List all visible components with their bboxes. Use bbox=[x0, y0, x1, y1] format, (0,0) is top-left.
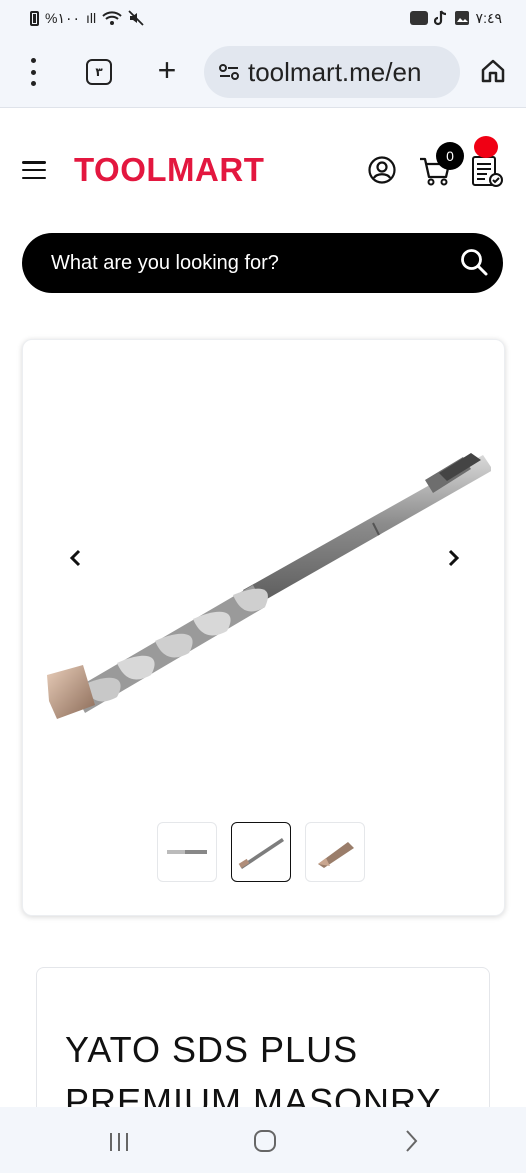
system-nav-bar bbox=[0, 1107, 526, 1173]
address-bar[interactable]: toolmart.me/en bbox=[204, 46, 460, 98]
signal-icon: ıll bbox=[86, 10, 97, 26]
nav-home-icon[interactable] bbox=[250, 1127, 280, 1155]
notification-dot bbox=[474, 136, 498, 158]
thumbnail-strip bbox=[157, 822, 365, 882]
battery-icon bbox=[30, 10, 39, 26]
search-bar[interactable]: What are you looking for? bbox=[22, 233, 503, 293]
cart-count-badge[interactable]: 0 bbox=[436, 142, 464, 170]
product-image[interactable] bbox=[43, 435, 491, 725]
mute-icon bbox=[128, 10, 144, 26]
status-bar: %١٠٠ ıll ٧:٤٩ bbox=[0, 0, 526, 36]
home-icon[interactable] bbox=[480, 58, 506, 84]
product-gallery bbox=[22, 339, 505, 916]
recents-icon[interactable] bbox=[104, 1127, 134, 1155]
nav-back-icon[interactable] bbox=[396, 1127, 426, 1155]
gallery-icon bbox=[454, 11, 469, 25]
chevron-right-icon[interactable] bbox=[443, 548, 463, 568]
site-logo[interactable]: TOOLMART bbox=[74, 151, 264, 189]
status-right: ٧:٤٩ bbox=[409, 10, 502, 26]
search-icon[interactable] bbox=[459, 247, 489, 277]
browser-toolbar: ٣ + toolmart.me/en bbox=[0, 36, 526, 108]
site-header: TOOLMART 0 bbox=[0, 109, 526, 229]
battery-level: %١٠٠ bbox=[45, 10, 81, 26]
chevron-left-icon[interactable] bbox=[66, 548, 86, 568]
tiktok-icon bbox=[433, 10, 446, 26]
status-left: %١٠٠ ıll bbox=[30, 10, 144, 26]
wifi-icon bbox=[102, 11, 122, 25]
url-text[interactable]: toolmart.me/en bbox=[248, 57, 421, 88]
hamburger-icon[interactable] bbox=[22, 161, 46, 179]
search-input[interactable]: What are you looking for? bbox=[51, 252, 279, 275]
new-tab-button[interactable]: + bbox=[152, 52, 182, 88]
menu-dots-icon[interactable] bbox=[22, 58, 44, 86]
status-time: ٧:٤٩ bbox=[475, 10, 502, 26]
account-icon[interactable] bbox=[367, 155, 397, 185]
thumbnail-1[interactable] bbox=[157, 822, 217, 882]
product-info-card: YATO SDS PLUS PREMIUM MASONRY bbox=[36, 967, 490, 1127]
thumbnail-2[interactable] bbox=[231, 822, 291, 882]
checklist-icon[interactable] bbox=[470, 153, 504, 189]
tabs-button[interactable]: ٣ bbox=[86, 59, 112, 85]
youtube-icon bbox=[409, 11, 428, 25]
thumbnail-3[interactable] bbox=[305, 822, 365, 882]
site-settings-icon[interactable] bbox=[218, 63, 240, 81]
